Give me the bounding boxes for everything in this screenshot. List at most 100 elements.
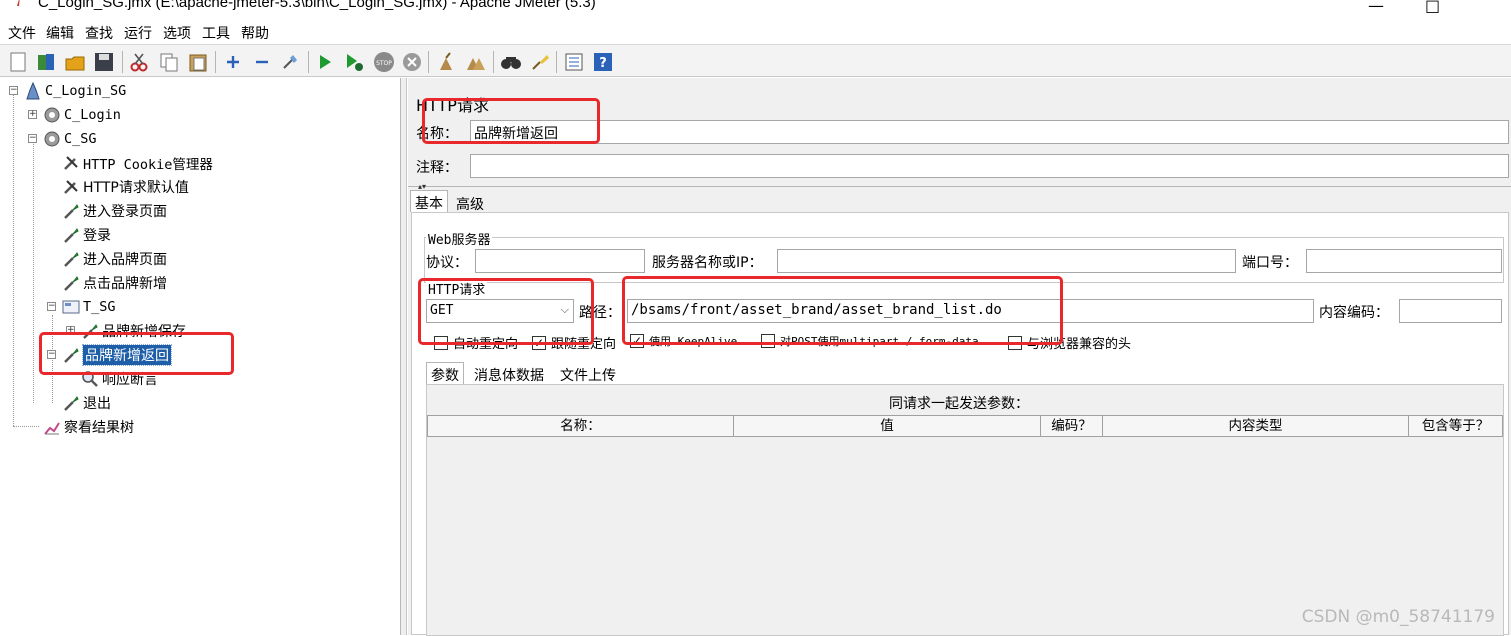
svg-text:STOP: STOP	[376, 60, 392, 67]
tab-body-data[interactable]: 消息体数据	[470, 363, 548, 385]
config-wrench-icon	[64, 156, 78, 170]
web-server-title: Web服务器	[426, 229, 493, 248]
tab-basic[interactable]: 基本	[410, 190, 448, 212]
toolbar-separator	[215, 51, 216, 73]
expand-icon[interactable]	[222, 51, 244, 73]
tab-parameters[interactable]: 参数	[426, 362, 464, 384]
tree-connector	[13, 426, 39, 427]
search-icon[interactable]	[500, 51, 522, 73]
open-icon[interactable]	[64, 51, 86, 73]
column-include-equals[interactable]: 包含等于？	[1409, 416, 1502, 436]
menu-help[interactable]: 帮助	[241, 23, 269, 43]
tree-node-cookie-manager[interactable]: HTTP Cookie管理器	[62, 152, 213, 174]
tree-node-t-sg[interactable]: T_SG	[62, 296, 116, 318]
sampler-pipette-icon	[64, 396, 79, 411]
window-title: C_Login_SG.jmx (E:\apache-jmeter-5.3\bin…	[38, 0, 596, 11]
collapse-toggle[interactable]: −	[47, 302, 56, 311]
menu-run[interactable]: 运行	[124, 23, 152, 43]
paste-icon[interactable]	[187, 51, 209, 73]
expand-toggle[interactable]: +	[28, 110, 37, 119]
tree-node-view-results-tree[interactable]: 察看结果树	[43, 416, 134, 438]
column-content-type[interactable]: 内容类型	[1103, 416, 1409, 436]
sampler-pipette-icon	[64, 204, 79, 219]
toggle-icon[interactable]	[280, 51, 302, 73]
reset-search-icon[interactable]	[529, 51, 551, 73]
tree-node-root[interactable]: C_Login_SG	[24, 80, 126, 102]
column-encode[interactable]: 编码？	[1041, 416, 1103, 436]
menu-tools[interactable]: 工具	[202, 23, 230, 43]
help-icon[interactable]: ?	[592, 51, 614, 73]
menu-search[interactable]: 查找	[85, 23, 113, 43]
sampler-pipette-icon	[64, 276, 79, 291]
protocol-label: 协议：	[426, 255, 468, 271]
toolbar: STOP ?	[0, 44, 1511, 77]
stop-icon[interactable]: STOP	[373, 51, 395, 73]
thread-group-gear-icon	[44, 107, 60, 123]
server-field[interactable]	[777, 249, 1236, 273]
shutdown-icon[interactable]	[401, 51, 423, 73]
collapse-toggle[interactable]: −	[28, 134, 37, 143]
menu-file[interactable]: 文件	[8, 23, 36, 43]
port-label: 端口号：	[1242, 255, 1298, 271]
annotation-box-path	[622, 276, 1063, 345]
menu-edit[interactable]: 编辑	[46, 23, 74, 43]
tree-node-logout[interactable]: 退出	[62, 392, 111, 414]
jmeter-feather-icon	[17, 0, 20, 6]
cut-icon[interactable]	[128, 51, 150, 73]
function-helper-icon[interactable]	[563, 51, 585, 73]
tree-connector	[33, 139, 34, 403]
clear-all-icon[interactable]	[465, 51, 487, 73]
tab-advanced[interactable]: 高级	[452, 192, 488, 214]
protocol-field[interactable]	[475, 249, 645, 273]
transaction-controller-icon	[62, 300, 80, 314]
parameters-table-area: 同请求一起发送参数： 名称： 值 编码？ 内容类型 包含等于？	[426, 384, 1504, 636]
menu-options[interactable]: 选项	[163, 23, 191, 43]
sampler-pipette-icon	[64, 228, 79, 243]
params-caption: 同请求一起发送参数：	[889, 396, 1029, 412]
tree-node-login[interactable]: 登录	[62, 224, 111, 246]
templates-icon[interactable]	[35, 51, 57, 73]
tree-node-enter-login-page[interactable]: 进入登录页面	[62, 200, 167, 222]
toolbar-separator	[428, 51, 429, 73]
tree-connector	[13, 91, 14, 426]
collapse-toggle[interactable]: −	[9, 86, 18, 95]
port-field[interactable]	[1306, 249, 1502, 273]
test-plan-icon	[26, 82, 40, 100]
tree-node-click-brand-add[interactable]: 点击品牌新增	[62, 272, 167, 294]
window-title-bar: C_Login_SG.jmx (E:\apache-jmeter-5.3\bin…	[0, 0, 1511, 20]
annotation-box-name	[422, 98, 600, 144]
toolbar-separator	[122, 51, 123, 73]
tree-node-c-sg[interactable]: C_SG	[43, 128, 97, 150]
divider	[408, 186, 1511, 187]
tab-file-upload[interactable]: 文件上传	[556, 363, 620, 385]
new-icon[interactable]	[7, 51, 29, 73]
start-icon[interactable]	[314, 51, 336, 73]
listener-chart-icon	[44, 422, 60, 435]
minimize-button[interactable]: —	[1368, 0, 1384, 15]
save-icon[interactable]	[93, 51, 115, 73]
tree-node-request-defaults[interactable]: HTTP请求默认值	[62, 176, 189, 198]
annotation-box-selected-node	[39, 332, 234, 375]
tree-node-c-login[interactable]: C_Login	[43, 104, 121, 126]
column-name[interactable]: 名称：	[428, 416, 734, 436]
thread-group-gear-icon	[44, 131, 60, 147]
collapse-icon[interactable]	[251, 51, 273, 73]
menu-bar: 文件 编辑 查找 运行 选项 工具 帮助	[0, 20, 1511, 44]
tree-node-enter-brand-page[interactable]: 进入品牌页面	[62, 248, 167, 270]
column-value[interactable]: 值	[734, 416, 1041, 436]
clear-icon[interactable]	[435, 51, 457, 73]
start-no-pause-icon[interactable]	[343, 51, 365, 73]
maximize-button[interactable]: □	[1425, 0, 1440, 15]
split-pane-divider[interactable]	[401, 78, 407, 635]
sampler-config-panel: HTTP请求 名称： 品牌新增返回 注释： ▴▾ 基本 高级 Web服务器 协议…	[408, 78, 1511, 636]
encoding-field[interactable]	[1399, 299, 1502, 323]
toolbar-separator	[556, 51, 557, 73]
server-label: 服务器名称或IP：	[652, 255, 763, 271]
config-wrench-icon	[64, 180, 78, 194]
copy-icon[interactable]	[158, 51, 180, 73]
svg-text:?: ?	[599, 56, 607, 71]
toolbar-separator	[308, 51, 309, 73]
annotation-box-method	[418, 278, 594, 345]
comment-field[interactable]	[470, 154, 1509, 178]
name-field[interactable]: 品牌新增返回	[470, 120, 1509, 144]
